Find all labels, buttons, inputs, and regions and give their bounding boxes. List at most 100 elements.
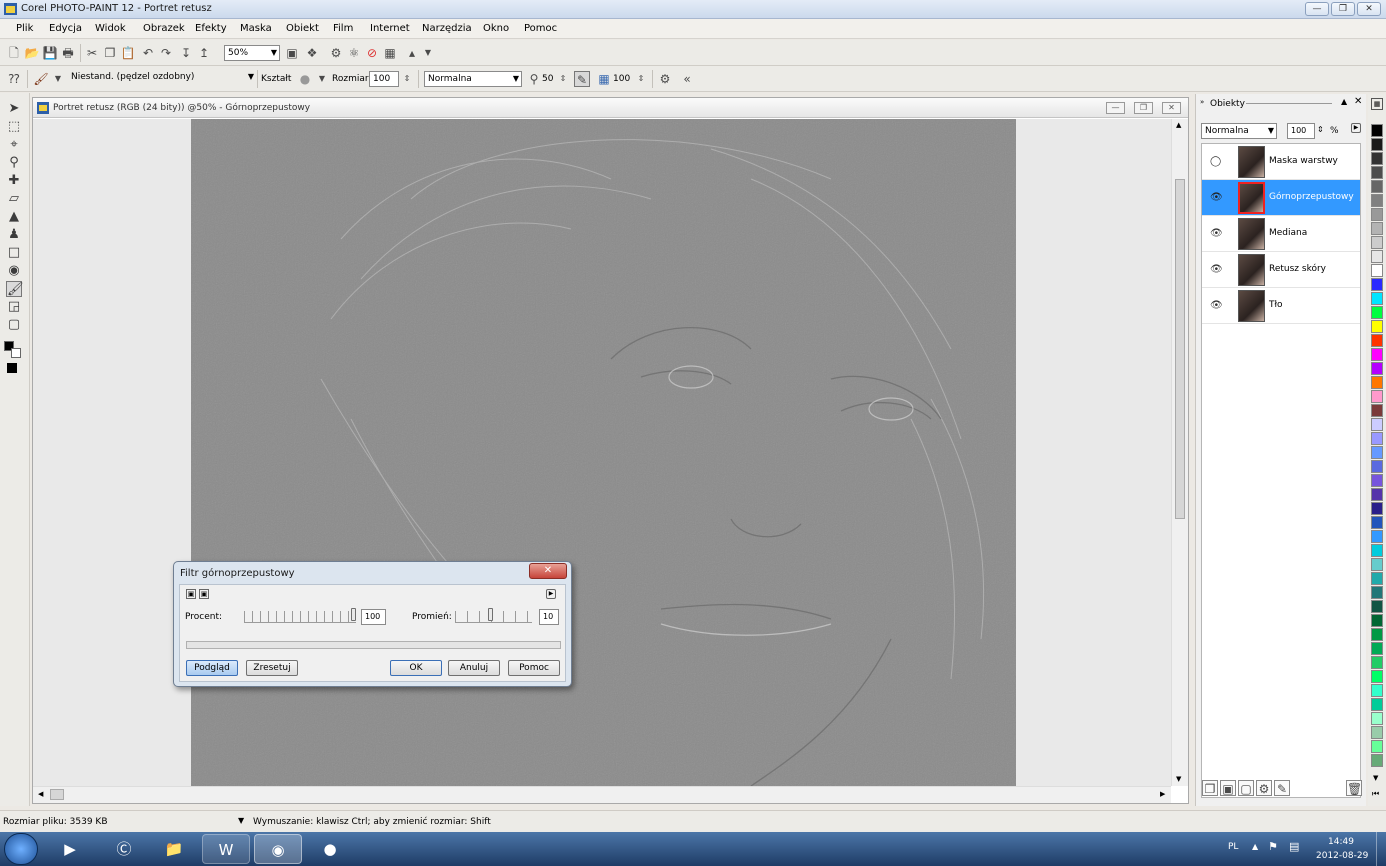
color-swatch[interactable]	[1371, 292, 1383, 305]
color-swatch[interactable]	[1371, 166, 1383, 179]
color-swatch[interactable]	[1371, 250, 1383, 263]
blend-mode-dropdown[interactable]: Normalna ▼	[424, 71, 522, 87]
eye-icon[interactable]: 👁	[1210, 192, 1223, 203]
mask-overlay-icon[interactable]: ▦	[382, 45, 398, 61]
radius-slider[interactable]	[455, 608, 532, 623]
rectangle-mask-icon[interactable]: ⬚	[6, 119, 22, 135]
color-swatch[interactable]	[1371, 208, 1383, 221]
color-swatch[interactable]	[1371, 334, 1383, 347]
scroll-up-icon[interactable]: ▲	[1176, 121, 1181, 129]
percent-slider-thumb[interactable]	[351, 608, 356, 621]
docker-options-icon[interactable]: ▶	[1351, 123, 1361, 133]
media-player-icon[interactable]: ▶	[46, 834, 94, 864]
word-icon[interactable]: W	[202, 834, 250, 864]
menu-maska[interactable]: Maska	[240, 23, 272, 34]
radius-slider-thumb[interactable]	[488, 608, 493, 621]
menu-narzedzia[interactable]: Narzędzia	[422, 23, 472, 34]
clock-date[interactable]: 2012-08-29	[1316, 851, 1368, 861]
palette-options-icon[interactable]: ▦	[1371, 98, 1383, 110]
pick-tool-icon[interactable]: ➤	[6, 101, 22, 117]
combine-objects-icon[interactable]: ⚙	[1256, 780, 1272, 796]
action-center-flag-icon[interactable]: ⚑	[1268, 840, 1278, 853]
color-swatch[interactable]	[1371, 460, 1383, 473]
internet-explorer-icon[interactable]: Ⓒ	[100, 834, 148, 864]
cancel-button[interactable]: Anuluj	[448, 660, 500, 676]
new-lens-icon[interactable]: ▣	[1220, 780, 1236, 796]
menu-internet[interactable]: Internet	[370, 23, 410, 34]
menu-efekty[interactable]: Efekty	[195, 23, 227, 34]
menu-film[interactable]: Film	[333, 23, 353, 34]
color-swatch[interactable]	[1371, 418, 1383, 431]
clock-time[interactable]: 14:49	[1328, 837, 1354, 847]
color-swatch[interactable]	[1371, 628, 1383, 641]
color-swatch[interactable]	[1371, 376, 1383, 389]
color-swatch[interactable]	[1371, 152, 1383, 165]
scroll-left-icon[interactable]: ◀	[38, 790, 43, 798]
export-icon[interactable]: ↥	[196, 45, 212, 61]
color-swatch[interactable]	[1371, 670, 1383, 683]
doc-restore-button[interactable]: ❐	[1134, 102, 1153, 114]
color-swatch[interactable]	[1371, 586, 1383, 599]
color-swatch[interactable]	[1371, 362, 1383, 375]
color-swatch[interactable]	[1371, 740, 1383, 753]
menu-okno[interactable]: Okno	[483, 23, 509, 34]
save-icon[interactable]: 💾	[42, 45, 58, 61]
mask-marquee-icon[interactable]: ⚙	[328, 45, 344, 61]
color-swatch[interactable]	[1371, 502, 1383, 515]
color-swatch[interactable]	[1371, 222, 1383, 235]
full-screen-icon[interactable]: ▣	[284, 45, 300, 61]
color-swatch[interactable]	[1371, 348, 1383, 361]
redeye-icon[interactable]: ▲	[6, 209, 22, 225]
dialog-close-button[interactable]: ✕	[529, 563, 567, 579]
remove-mask-icon[interactable]: ⊘	[364, 45, 380, 61]
color-swatch[interactable]	[1371, 488, 1383, 501]
doc-minimize-button[interactable]: —	[1106, 102, 1125, 114]
horizontal-scrollbar[interactable]: ◀ ▶	[33, 786, 1171, 803]
radius-input[interactable]: 10	[539, 609, 559, 625]
color-swatch[interactable]	[1371, 404, 1383, 417]
collapse-bar-icon[interactable]: «	[679, 71, 695, 87]
scroll-down-icon[interactable]: ▼	[1176, 775, 1181, 783]
menu-pomoc[interactable]: Pomoc	[524, 23, 557, 34]
network-icon[interactable]: ▤	[1289, 840, 1299, 853]
redo-icon[interactable]: ↷	[158, 45, 174, 61]
transparency-value[interactable]: 50	[542, 73, 553, 85]
docker-collapse-icon[interactable]: »	[1200, 98, 1204, 106]
color-swatch[interactable]	[1371, 194, 1383, 207]
color-swatch[interactable]	[1371, 698, 1383, 711]
color-swatch[interactable]	[1371, 726, 1383, 739]
color-swatch[interactable]	[1371, 642, 1383, 655]
fill-tool-icon[interactable]: ◉	[6, 263, 22, 279]
layer-row[interactable]: 👁 Mediana	[1202, 216, 1360, 252]
minimize-button[interactable]: —	[1305, 2, 1329, 16]
palette-expand-icon[interactable]: ⏮	[1372, 789, 1379, 799]
color-swatch[interactable]	[1371, 124, 1383, 137]
zoom-dropdown[interactable]: 50% ▼	[224, 45, 280, 61]
dual-preview-icon[interactable]: ▣	[199, 589, 209, 599]
layer-row[interactable]: ◯ Maska warstwy	[1202, 144, 1360, 180]
more-dropdown-icon[interactable]: ▼	[420, 45, 436, 61]
horizontal-scroll-thumb[interactable]	[50, 789, 64, 800]
single-preview-icon[interactable]: ▣	[186, 589, 196, 599]
doc-close-button[interactable]: ✕	[1162, 102, 1181, 114]
transparency-spinner-icon[interactable]: ⇕	[555, 71, 571, 87]
layer-row[interactable]: 👁 Tło	[1202, 288, 1360, 324]
object-marquee-icon[interactable]: ⚛	[346, 45, 362, 61]
color-swatch[interactable]	[1371, 138, 1383, 151]
color-swatch[interactable]	[1371, 600, 1383, 613]
eye-icon[interactable]: 👁	[1210, 264, 1223, 275]
percent-input[interactable]: 100	[361, 609, 386, 625]
color-swatch[interactable]	[1371, 432, 1383, 445]
color-swatch[interactable]	[1371, 474, 1383, 487]
rectangle-tool-icon[interactable]: □	[6, 245, 22, 261]
start-button[interactable]	[4, 833, 38, 865]
opacity-spinner-icon[interactable]: ⇕	[1317, 125, 1324, 134]
close-button[interactable]: ✕	[1357, 2, 1381, 16]
color-swatch[interactable]	[1371, 656, 1383, 669]
color-swatch[interactable]	[1371, 320, 1383, 333]
print-icon[interactable]: 🖶	[60, 45, 76, 61]
dropper-icon[interactable]: ▴	[404, 45, 420, 61]
opacity-spinner-icon[interactable]: ⇕	[633, 71, 649, 87]
layer-row[interactable]: 👁 Retusz skóry	[1202, 252, 1360, 288]
show-desktop-button[interactable]	[1376, 832, 1386, 866]
